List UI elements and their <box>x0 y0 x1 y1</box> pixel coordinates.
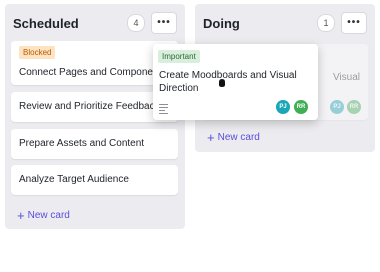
card-prepare-assets[interactable]: Prepare Assets and Content <box>11 129 178 159</box>
new-card-button[interactable]: + New card <box>207 129 260 145</box>
important-badge: Important <box>158 50 200 63</box>
column-header: Scheduled 4 ••• <box>13 10 177 36</box>
card-title: Create Moodboards and Visual Direction <box>159 70 297 94</box>
card-title: Analyze Target Audience <box>19 174 129 185</box>
card-title: Review and Prioritize Feedback <box>19 101 160 112</box>
card-count-badge: 4 <box>127 14 145 32</box>
new-card-button[interactable]: + New card <box>17 207 70 223</box>
new-card-label: New card <box>27 210 70 221</box>
dragging-card[interactable]: Important Create Moodboards and Visual D… <box>153 44 318 120</box>
plus-icon: + <box>17 207 25 223</box>
grab-cursor-icon <box>219 79 225 87</box>
column-menu-button[interactable]: ••• <box>151 12 177 34</box>
card-analyze-audience[interactable]: Analyze Target Audience <box>11 165 178 195</box>
ghost-card-title: Visual <box>332 72 360 83</box>
avatar: PJ <box>276 100 290 114</box>
new-card-label: New card <box>217 132 260 143</box>
description-lines-icon <box>159 104 168 116</box>
blocked-badge: Blocked <box>19 46 56 59</box>
card-count-badge: 1 <box>317 14 335 32</box>
column-title: Doing <box>203 15 240 31</box>
card-title: Connect Pages and Components <box>19 67 167 78</box>
column-title: Scheduled <box>13 15 79 31</box>
plus-icon: + <box>207 129 215 145</box>
card-title: Prepare Assets and Content <box>19 138 145 149</box>
avatar: PJ <box>330 100 344 114</box>
column-menu-button[interactable]: ••• <box>341 12 367 34</box>
column-header: Doing 1 ••• <box>203 10 367 36</box>
avatar: RR <box>347 100 361 114</box>
avatar: RR <box>294 100 308 114</box>
